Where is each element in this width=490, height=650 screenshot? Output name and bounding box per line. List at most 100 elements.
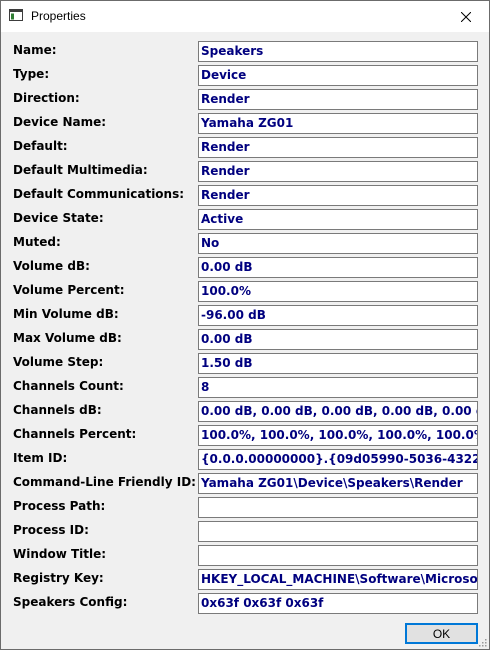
property-label: Muted:: [13, 235, 61, 249]
property-value: 0.00 dB: [201, 332, 253, 346]
property-label: Process ID:: [13, 523, 89, 537]
property-row: Volume dB: 0.00 dB: [1, 257, 489, 279]
property-row: Volume Percent: 100.0%: [1, 281, 489, 303]
property-value-field[interactable]: Yamaha ZG01\Device\Speakers\Render: [198, 473, 478, 494]
property-label: Window Title:: [13, 547, 107, 561]
property-row: Min Volume dB: -96.00 dB: [1, 305, 489, 327]
property-value-field[interactable]: 0.00 dB: [198, 329, 478, 350]
property-label: Registry Key:: [13, 571, 104, 585]
property-label: Direction:: [13, 91, 80, 105]
property-row: Registry Key: HKEY_LOCAL_MACHINE\Software…: [1, 569, 489, 591]
property-label: Channels dB:: [13, 403, 102, 417]
ok-button[interactable]: OK: [405, 623, 478, 644]
close-button[interactable]: [443, 1, 489, 32]
property-label: Item ID:: [13, 451, 68, 465]
property-label: Channels Count:: [13, 379, 124, 393]
property-value: Device: [201, 68, 247, 82]
property-row: Channels dB: 0.00 dB, 0.00 dB, 0.00 dB, 0…: [1, 401, 489, 423]
property-value: 100.0%, 100.0%, 100.0%, 100.0%, 100.0%,: [201, 428, 478, 442]
property-row: Default Multimedia: Render: [1, 161, 489, 183]
property-value: HKEY_LOCAL_MACHINE\Software\Microso: [201, 572, 478, 586]
property-value-field[interactable]: Active: [198, 209, 478, 230]
property-value-field[interactable]: 0.00 dB, 0.00 dB, 0.00 dB, 0.00 dB, 0.00…: [198, 401, 478, 422]
property-value: Yamaha ZG01\Device\Speakers\Render: [201, 476, 463, 490]
property-value: Render: [201, 92, 250, 106]
property-value-field[interactable]: Yamaha ZG01: [198, 113, 478, 134]
property-row: Device State: Active: [1, 209, 489, 231]
property-label: Default Multimedia:: [13, 163, 148, 177]
property-value-field[interactable]: 8: [198, 377, 478, 398]
property-value: Render: [201, 140, 250, 154]
property-value: 0.00 dB, 0.00 dB, 0.00 dB, 0.00 dB, 0.00…: [201, 404, 478, 418]
property-row: Command-Line Friendly ID: Yamaha ZG01\Dev…: [1, 473, 489, 495]
property-row: Channels Count: 8: [1, 377, 489, 399]
property-value-field[interactable]: Render: [198, 185, 478, 206]
property-label: Default Communications:: [13, 187, 185, 201]
property-value: {0.0.0.00000000}.{09d05990-5036-4322-83: [201, 452, 478, 466]
property-label: Volume dB:: [13, 259, 90, 273]
property-value-field[interactable]: 100.0%, 100.0%, 100.0%, 100.0%, 100.0%,: [198, 425, 478, 446]
property-label: Process Path:: [13, 499, 106, 513]
property-value-field[interactable]: 1.50 dB: [198, 353, 478, 374]
property-value: 0.00 dB: [201, 260, 253, 274]
property-value-field[interactable]: Render: [198, 161, 478, 182]
property-label: Volume Percent:: [13, 283, 125, 297]
property-label: Max Volume dB:: [13, 331, 122, 345]
property-label: Device State:: [13, 211, 104, 225]
property-row: Speakers Config: 0x63f 0x63f 0x63f: [1, 593, 489, 615]
property-row: Window Title:: [1, 545, 489, 567]
properties-window: Properties Name: Speakers Type: Device Direc…: [0, 0, 490, 650]
close-icon: [461, 11, 471, 22]
property-row: Type: Device: [1, 65, 489, 87]
property-value-field[interactable]: No: [198, 233, 478, 254]
property-value-field[interactable]: [198, 521, 478, 542]
properties-window-icon: [9, 9, 23, 21]
property-row: Default Communications: Render: [1, 185, 489, 207]
property-row: Max Volume dB: 0.00 dB: [1, 329, 489, 351]
property-value-field[interactable]: 0x63f 0x63f 0x63f: [198, 593, 478, 614]
property-label: Command-Line Friendly ID:: [13, 475, 196, 489]
property-value-field[interactable]: 100.0%: [198, 281, 478, 302]
property-value-field[interactable]: Speakers: [198, 41, 478, 62]
property-value: Yamaha ZG01: [201, 116, 294, 130]
property-label: Volume Step:: [13, 355, 104, 369]
property-value-field[interactable]: Render: [198, 137, 478, 158]
property-label: Type:: [13, 67, 50, 81]
property-row: Volume Step: 1.50 dB: [1, 353, 489, 375]
property-value-field[interactable]: {0.0.0.00000000}.{09d05990-5036-4322-83: [198, 449, 478, 470]
property-value: 0x63f 0x63f 0x63f: [201, 596, 324, 610]
property-row: Process ID:: [1, 521, 489, 543]
property-row: Process Path:: [1, 497, 489, 519]
property-value: -96.00 dB: [201, 308, 266, 322]
property-row: Muted: No: [1, 233, 489, 255]
property-row: Item ID: {0.0.0.00000000}.{09d05990-5036-…: [1, 449, 489, 471]
window-title: Properties: [31, 9, 86, 23]
property-value: Active: [201, 212, 244, 226]
property-label: Speakers Config:: [13, 595, 128, 609]
property-row: Direction: Render: [1, 89, 489, 111]
property-value: Render: [201, 188, 250, 202]
property-value-field[interactable]: Device: [198, 65, 478, 86]
property-row: Name: Speakers: [1, 41, 489, 63]
property-label: Default:: [13, 139, 68, 153]
property-value: No: [201, 236, 220, 250]
property-value-field[interactable]: [198, 497, 478, 518]
property-value-field[interactable]: [198, 545, 478, 566]
property-label: Min Volume dB:: [13, 307, 119, 321]
property-value: Speakers: [201, 44, 264, 58]
property-value: 8: [201, 380, 210, 394]
property-row: Channels Percent: 100.0%, 100.0%, 100.0%,…: [1, 425, 489, 447]
property-value: 1.50 dB: [201, 356, 253, 370]
property-label: Device Name:: [13, 115, 107, 129]
property-value-field[interactable]: 0.00 dB: [198, 257, 478, 278]
property-value-field[interactable]: -96.00 dB: [198, 305, 478, 326]
property-row: Default: Render: [1, 137, 489, 159]
property-value-field[interactable]: Render: [198, 89, 478, 110]
property-value-field[interactable]: HKEY_LOCAL_MACHINE\Software\Microso: [198, 569, 478, 590]
property-value: Render: [201, 164, 250, 178]
title-bar[interactable]: Properties: [1, 1, 489, 32]
resize-grip-icon[interactable]: [477, 637, 487, 647]
property-value: 100.0%: [201, 284, 251, 298]
property-label: Name:: [13, 43, 57, 57]
property-label: Channels Percent:: [13, 427, 137, 441]
